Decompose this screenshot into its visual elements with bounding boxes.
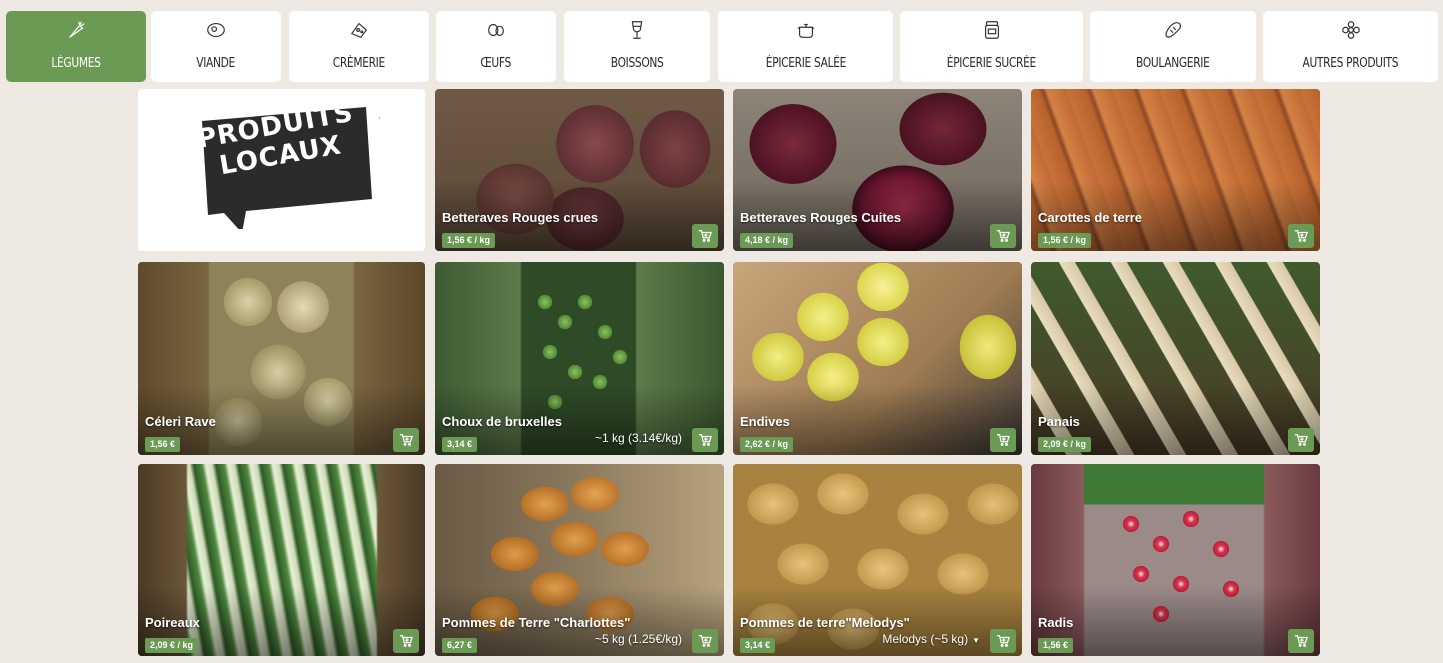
price-badge: 2,09 € / kg <box>145 638 199 653</box>
add-to-cart-button[interactable] <box>692 428 718 452</box>
unit-info: ~5 kg (1.25€/kg) <box>594 632 682 646</box>
price-badge: 2,09 € / kg <box>1038 437 1092 452</box>
product-card[interactable]: Radis 1,56 € <box>1031 464 1320 656</box>
carrot-icon <box>64 18 88 42</box>
image-overlay <box>1031 586 1320 656</box>
product-name: Choux de bruxelles <box>442 414 562 429</box>
steak-icon <box>204 18 228 42</box>
tab-epicerie-sucree[interactable]: ÉPICERIE SUCRÉE <box>900 11 1083 82</box>
price-badge: 3,14 € <box>740 638 776 653</box>
add-to-cart-button[interactable] <box>990 629 1016 653</box>
price-badge: 3,14 € <box>442 437 478 452</box>
product-name: Betteraves Rouges Cuites <box>740 210 902 225</box>
flower-icon <box>1339 18 1363 42</box>
product-name: Radis <box>1038 615 1074 630</box>
product-card[interactable]: Céleri Rave 1,56 € <box>138 262 425 455</box>
tab-legumes[interactable]: LÉGUMES <box>6 11 146 82</box>
cart-icon <box>399 635 413 647</box>
cart-icon <box>698 635 712 647</box>
product-name: Pommes de terre"Melodys" <box>740 615 910 630</box>
price-badge: 1,56 € <box>145 437 181 452</box>
cart-icon <box>1294 635 1308 647</box>
jam-jar-icon <box>980 18 1004 42</box>
cart-icon <box>996 635 1010 647</box>
tab-cremerie[interactable]: CRÈMERIE <box>289 11 429 82</box>
promo-card: PRODUITS LOCAUX <box>138 89 425 251</box>
chevron-down-icon: ▼ <box>972 636 980 645</box>
cart-icon <box>996 230 1010 242</box>
product-name: Panais <box>1038 414 1080 429</box>
add-to-cart-button[interactable] <box>990 224 1016 248</box>
product-card[interactable]: Choux de bruxelles 3,14 € ~1 kg (3.14€/k… <box>435 262 724 455</box>
product-name: Carottes de terre <box>1038 210 1143 225</box>
cooking-pot-icon <box>794 18 818 42</box>
cart-icon <box>1294 230 1308 242</box>
cart-icon <box>1294 434 1308 446</box>
add-to-cart-button[interactable] <box>1288 428 1314 452</box>
product-card[interactable]: Pommes de terre"Melodys" 3,14 € Melodys … <box>733 464 1022 656</box>
wine-glass-icon <box>625 18 649 42</box>
add-to-cart-button[interactable] <box>393 428 419 452</box>
tab-label: CRÈMERIE <box>332 56 386 71</box>
product-card[interactable]: Poireaux 2,09 € / kg <box>138 464 425 656</box>
tab-label: AUTRES PRODUITS <box>1302 56 1399 71</box>
variant-select[interactable]: Melodys (~5 kg) ▼ <box>882 632 980 646</box>
tab-viande[interactable]: VIANDE <box>151 11 281 82</box>
tab-label: BOISSONS <box>610 56 664 71</box>
price-badge: 1,56 € / kg <box>442 233 496 248</box>
tab-epicerie-salee[interactable]: ÉPICERIE SALÉE <box>718 11 893 82</box>
price-badge: 1,56 € / kg <box>1038 233 1092 248</box>
product-card[interactable]: Pommes de Terre "Charlottes" 6,27 € ~5 k… <box>435 464 724 656</box>
tab-label: ÉPICERIE SUCRÉE <box>946 56 1037 71</box>
bread-icon <box>1161 18 1185 42</box>
tab-autres-produits[interactable]: AUTRES PRODUITS <box>1263 11 1438 82</box>
price-badge: 6,27 € <box>442 638 478 653</box>
add-to-cart-button[interactable] <box>990 428 1016 452</box>
add-to-cart-button[interactable] <box>1288 629 1314 653</box>
unit-info: ~1 kg (3.14€/kg) <box>594 431 682 445</box>
add-to-cart-button[interactable] <box>393 629 419 653</box>
product-name: Betteraves Rouges crues <box>442 210 599 225</box>
product-card[interactable]: Carottes de terre 1,56 € / kg <box>1031 89 1320 251</box>
product-card[interactable]: Panais 2,09 € / kg <box>1031 262 1320 455</box>
add-to-cart-button[interactable] <box>692 629 718 653</box>
price-badge: 2,62 € / kg <box>740 437 794 452</box>
product-name: Céleri Rave <box>145 414 216 429</box>
product-card[interactable]: Betteraves Rouges crues 1,56 € / kg <box>435 89 724 251</box>
product-card[interactable]: Betteraves Rouges Cuites 4,18 € / kg <box>733 89 1022 251</box>
product-card[interactable]: Endives 2,62 € / kg <box>733 262 1022 455</box>
tab-label: BOULANGERIE <box>1136 56 1210 71</box>
tab-boulangerie[interactable]: BOULANGERIE <box>1090 11 1256 82</box>
product-name: Poireaux <box>145 615 200 630</box>
tab-label: ŒUFS <box>480 56 512 71</box>
cheese-icon <box>347 18 371 42</box>
tab-label: LÉGUMES <box>51 56 101 71</box>
tab-boissons[interactable]: BOISSONS <box>564 11 710 82</box>
tab-label: ÉPICERIE SALÉE <box>765 56 846 71</box>
product-name: Pommes de Terre "Charlottes" <box>442 615 631 630</box>
tab-oeufs[interactable]: ŒUFS <box>436 11 556 82</box>
category-nav: LÉGUMES VIANDE CRÈMERIE ŒUFS BOISSONS ÉP… <box>0 0 1443 86</box>
product-name: Endives <box>740 414 790 429</box>
cart-icon <box>698 434 712 446</box>
add-to-cart-button[interactable] <box>692 224 718 248</box>
price-badge: 4,18 € / kg <box>740 233 794 248</box>
cart-icon <box>399 434 413 446</box>
tab-label: VIANDE <box>196 56 236 71</box>
cart-icon <box>698 230 712 242</box>
add-to-cart-button[interactable] <box>1288 224 1314 248</box>
price-badge: 1,56 € <box>1038 638 1074 653</box>
cart-icon <box>996 434 1010 446</box>
eggs-icon <box>484 18 508 42</box>
